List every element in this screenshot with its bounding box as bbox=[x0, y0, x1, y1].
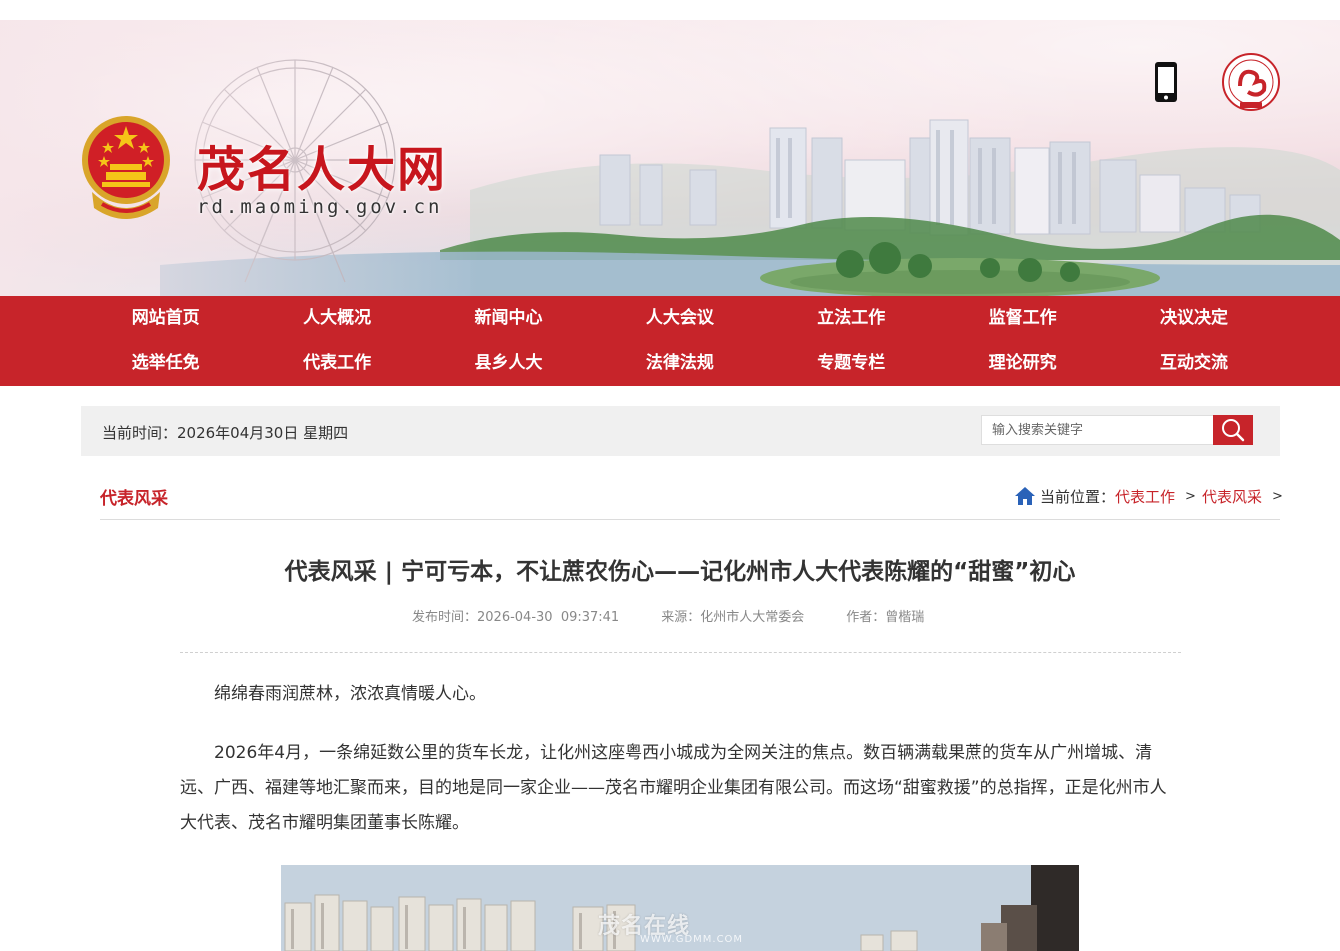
nav-item-resolutions[interactable]: 决议决定 bbox=[1108, 296, 1279, 341]
article-paragraph: 绵绵春雨润蔗林，浓浓真情暖人心。 bbox=[214, 684, 486, 704]
section-divider bbox=[100, 519, 1280, 520]
maoming-brand-logo[interactable] bbox=[1218, 52, 1284, 112]
article-source: 来源：化州市人大常委会 bbox=[661, 610, 805, 625]
section-title: 代表风采 bbox=[100, 489, 168, 509]
nav-item-theory-research[interactable]: 理论研究 bbox=[937, 341, 1108, 386]
article-meta: 发布时间：2026-04-30 09:37:41 来源：化州市人大常委会 作者：… bbox=[412, 606, 924, 625]
header-banner: 茂名人大网 rd.maoming.gov.cn bbox=[0, 20, 1340, 296]
nav-item-overview[interactable]: 人大概况 bbox=[251, 296, 422, 341]
nav-item-deputy-work[interactable]: 代表工作 bbox=[251, 341, 422, 386]
nav-item-supervision[interactable]: 监督工作 bbox=[937, 296, 1108, 341]
nav-item-congress-meetings[interactable]: 人大会议 bbox=[594, 296, 765, 341]
nav-item-legislation[interactable]: 立法工作 bbox=[766, 296, 937, 341]
main-nav: 网站首页 人大概况 新闻中心 人大会议 立法工作 监督工作 决议决定 选举任免 … bbox=[0, 296, 1340, 386]
breadcrumb-link-deputy-work[interactable]: 代表工作 bbox=[1115, 486, 1175, 507]
breadcrumb-separator: > bbox=[1185, 488, 1196, 504]
national-emblem-icon bbox=[82, 116, 170, 219]
nav-item-laws[interactable]: 法律法规 bbox=[594, 341, 765, 386]
search-button[interactable] bbox=[1213, 415, 1253, 445]
nav-item-special-topics[interactable]: 专题专栏 bbox=[766, 341, 937, 386]
nav-item-home[interactable]: 网站首页 bbox=[80, 296, 251, 341]
nav-item-elections[interactable]: 选举任免 bbox=[80, 341, 251, 386]
nav-item-news-center[interactable]: 新闻中心 bbox=[423, 296, 594, 341]
mobile-phone-icon[interactable] bbox=[1150, 60, 1182, 104]
info-bar: 当前时间：2026年04月30日 星期四 bbox=[81, 406, 1280, 456]
nav-row-1: 网站首页 人大概况 新闻中心 人大会议 立法工作 监督工作 决议决定 bbox=[80, 296, 1280, 341]
home-icon bbox=[1015, 487, 1035, 505]
search-input[interactable] bbox=[981, 415, 1214, 445]
breadcrumb-separator: > bbox=[1271, 488, 1283, 504]
article-title: 代表风采 | 宁可亏本，不让蔗农伤心——记化州市人大代表陈耀的“甜蜜”初心 bbox=[284, 559, 1076, 585]
site-title: 茂名人大网 bbox=[197, 142, 448, 198]
search-icon bbox=[1222, 419, 1245, 442]
article-paragraph: 2026年4月，一条绵延数公里的货车长龙，让化州这座粤西小城成为全网关注的焦点。… bbox=[180, 743, 1167, 833]
publish-time: 发布时间：2026-04-30 09:37:41 bbox=[412, 610, 620, 625]
current-date: 当前时间：2026年04月30日 星期四 bbox=[102, 424, 349, 442]
nav-row-2: 选举任免 代表工作 县乡人大 法律法规 专题专栏 理论研究 互动交流 bbox=[80, 341, 1280, 386]
breadcrumb-link-deputy-profiles[interactable]: 代表风采 bbox=[1202, 486, 1262, 507]
nav-item-county-congress[interactable]: 县乡人大 bbox=[423, 341, 594, 386]
nav-item-interaction[interactable]: 互动交流 bbox=[1108, 341, 1279, 386]
article-author: 作者：曾楷瑞 bbox=[846, 610, 925, 625]
article-divider bbox=[180, 652, 1181, 653]
photo-watermark-url: WWW.GDMM.COM bbox=[640, 934, 744, 945]
breadcrumb-prefix: 当前位置： bbox=[1040, 487, 1116, 506]
site-url: rd.maoming.gov.cn bbox=[197, 196, 443, 218]
breadcrumb: 当前位置： 代表工作 > 代表风采 > bbox=[1014, 484, 1289, 508]
